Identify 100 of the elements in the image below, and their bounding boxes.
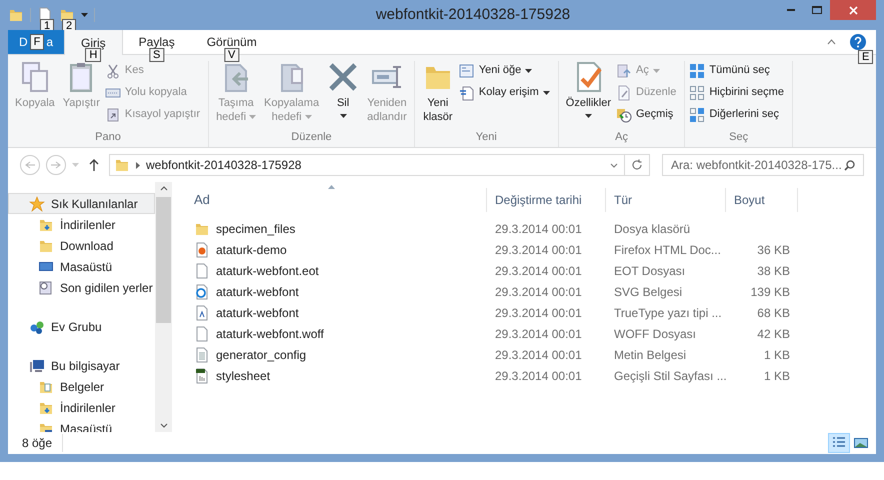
date-cell-text: 29.3.2014 00:01: [494, 346, 583, 364]
caret-icon: [72, 163, 79, 167]
column-header[interactable]: Tür: [606, 188, 726, 212]
file-name[interactable]: specimen_files: [186, 220, 487, 238]
stylesheet-file-icon: [194, 368, 210, 384]
file-name[interactable]: stylesheet: [186, 366, 487, 384]
size-cell-text: 68 KB: [756, 304, 791, 322]
date-cell-text: 29.3.2014 00:01: [494, 262, 583, 280]
file-tab[interactable]: D F a: [8, 30, 64, 54]
group-label: Aç: [614, 130, 629, 145]
view-button[interactable]: [828, 433, 850, 453]
search-input[interactable]: Ara: webfontkit-20140328-175...: [671, 156, 844, 174]
folder-icon: [114, 157, 130, 173]
tab-label-part: a: [46, 34, 54, 50]
forward-icon: [51, 161, 61, 169]
browser-file-icon: [194, 242, 210, 258]
file-name[interactable]: ataturk-demo: [186, 240, 487, 258]
file-icon: [194, 262, 210, 278]
type-cell-text: Geçişli Stil Sayfası ...: [613, 368, 726, 384]
ribbon-button[interactable]: Diğerlerini seç: [689, 105, 784, 124]
nav-item[interactable]: İndirilenler: [8, 397, 155, 418]
column-header[interactable]: Ad: [186, 188, 487, 212]
date-cell-text: 29.3.2014 00:01: [494, 220, 583, 238]
file-name[interactable]: generator_config: [186, 346, 487, 364]
chevron-icon: [136, 162, 140, 168]
column-header[interactable]: Boyut: [726, 188, 798, 212]
file-icon: [194, 326, 210, 342]
size-cell-text: 1 KB: [762, 346, 791, 364]
caret-icon: [81, 13, 88, 17]
checker-grid-icon: [689, 106, 706, 122]
refresh-icon[interactable]: [631, 159, 643, 171]
type-cell-text: WOFF Dosyası: [613, 326, 698, 342]
up-icon[interactable]: [89, 159, 99, 171]
scissors-icon: [104, 62, 121, 78]
nav-item[interactable]: Ev Grubu: [8, 316, 155, 337]
dropdown-icon[interactable]: [610, 162, 618, 168]
page-arrow-icon: [616, 62, 632, 78]
size-cell-text: 139 KB: [750, 284, 791, 300]
date-cell-text: 29.3.2014 00:01: [494, 242, 583, 258]
scrollbar[interactable]: [155, 182, 172, 432]
close-button[interactable]: [830, 0, 876, 20]
nav-item[interactable]: Sık Kullanılanlar: [8, 193, 155, 214]
ribbon-button[interactable]: Kolay erişim: [458, 83, 550, 102]
size-cell-text: 36 KB: [756, 242, 791, 258]
caret-icon: [525, 68, 532, 72]
date-cell-text: 29.3.2014 00:01: [494, 368, 583, 384]
close-icon: [848, 6, 858, 14]
nav-item[interactable]: Belgeler: [8, 376, 155, 397]
group-label: Yeni: [474, 130, 498, 145]
scroll-down-icon[interactable]: [160, 423, 168, 428]
ribbon-button[interactable]: Geçmiş: [616, 105, 676, 124]
customize-icon[interactable]: [81, 13, 88, 17]
back-icon: [25, 161, 35, 169]
window-title: webfontkit-20140328-175928: [374, 4, 572, 25]
shortcut-icon: [104, 106, 121, 122]
type-cell-text: Dosya klasörü: [613, 220, 692, 238]
nav-item[interactable]: Masaüstü: [8, 256, 155, 277]
file-name[interactable]: ataturk-webfont: [186, 304, 487, 322]
size-cell-text: 1 KB: [762, 368, 791, 384]
ribbon-button[interactable]: Yeni öğe: [458, 61, 550, 80]
sort-icon: [328, 185, 335, 189]
web-file-icon: [194, 284, 210, 300]
page-pencil-icon: [616, 84, 632, 100]
type-cell-text: Firefox HTML Doc...: [613, 242, 722, 258]
type-cell-text: SVG Belgesi: [613, 284, 684, 300]
star-icon: [29, 196, 45, 212]
file-name[interactable]: ataturk-webfont: [186, 282, 487, 300]
text-file-icon: [194, 346, 210, 362]
caret-icon: [652, 68, 660, 72]
search-icon: [844, 160, 855, 170]
keytip-tooltip: F: [30, 34, 44, 50]
folder-icon: [8, 7, 24, 23]
address-bar[interactable]: webfontkit-20140328-175928: [109, 154, 650, 176]
help-icon[interactable]: [850, 34, 866, 50]
column-header[interactable]: Değiştirme tarihi: [487, 188, 606, 212]
type-cell-text: TrueType yazı tipi ...: [613, 304, 723, 322]
collapse-ribbon-icon[interactable]: [827, 39, 836, 45]
ribbon-button[interactable]: Özellikler: [562, 61, 614, 129]
search-field[interactable]: Ara: webfontkit-20140328-175...: [662, 154, 864, 176]
file-name[interactable]: ataturk-webfont.eot: [186, 262, 487, 280]
keytip-tooltip: V: [224, 48, 240, 62]
nav-item[interactable]: Bu bilgisayar: [8, 355, 155, 376]
file-name[interactable]: ataturk-webfont.woff: [186, 324, 487, 342]
type-cell-text: Metin Belgesi: [613, 346, 688, 364]
delete-icon: [327, 61, 360, 93]
scroll-up-icon[interactable]: [160, 186, 168, 191]
nav-item[interactable]: İndirilenler: [8, 214, 155, 235]
thumbnail-view-icon: [853, 435, 869, 451]
ribbon-button[interactable]: Sil: [324, 61, 362, 129]
caret-icon: [304, 115, 312, 119]
caret-icon: [584, 114, 592, 118]
ribbon-button[interactable]: Yeni klasör: [418, 61, 457, 129]
nav-item[interactable]: Son gidilen yerler: [8, 277, 155, 298]
ribbon-button[interactable]: Hiçbirini seçme: [689, 83, 784, 102]
tab-label-part: D: [18, 34, 28, 50]
keytip-tooltip: H: [85, 48, 102, 62]
empty-grid-icon: [689, 84, 706, 100]
nav-item[interactable]: Download: [8, 235, 155, 256]
ribbon-button[interactable]: Tümünü seç: [689, 61, 784, 80]
group-label: Düzenle: [290, 130, 333, 145]
